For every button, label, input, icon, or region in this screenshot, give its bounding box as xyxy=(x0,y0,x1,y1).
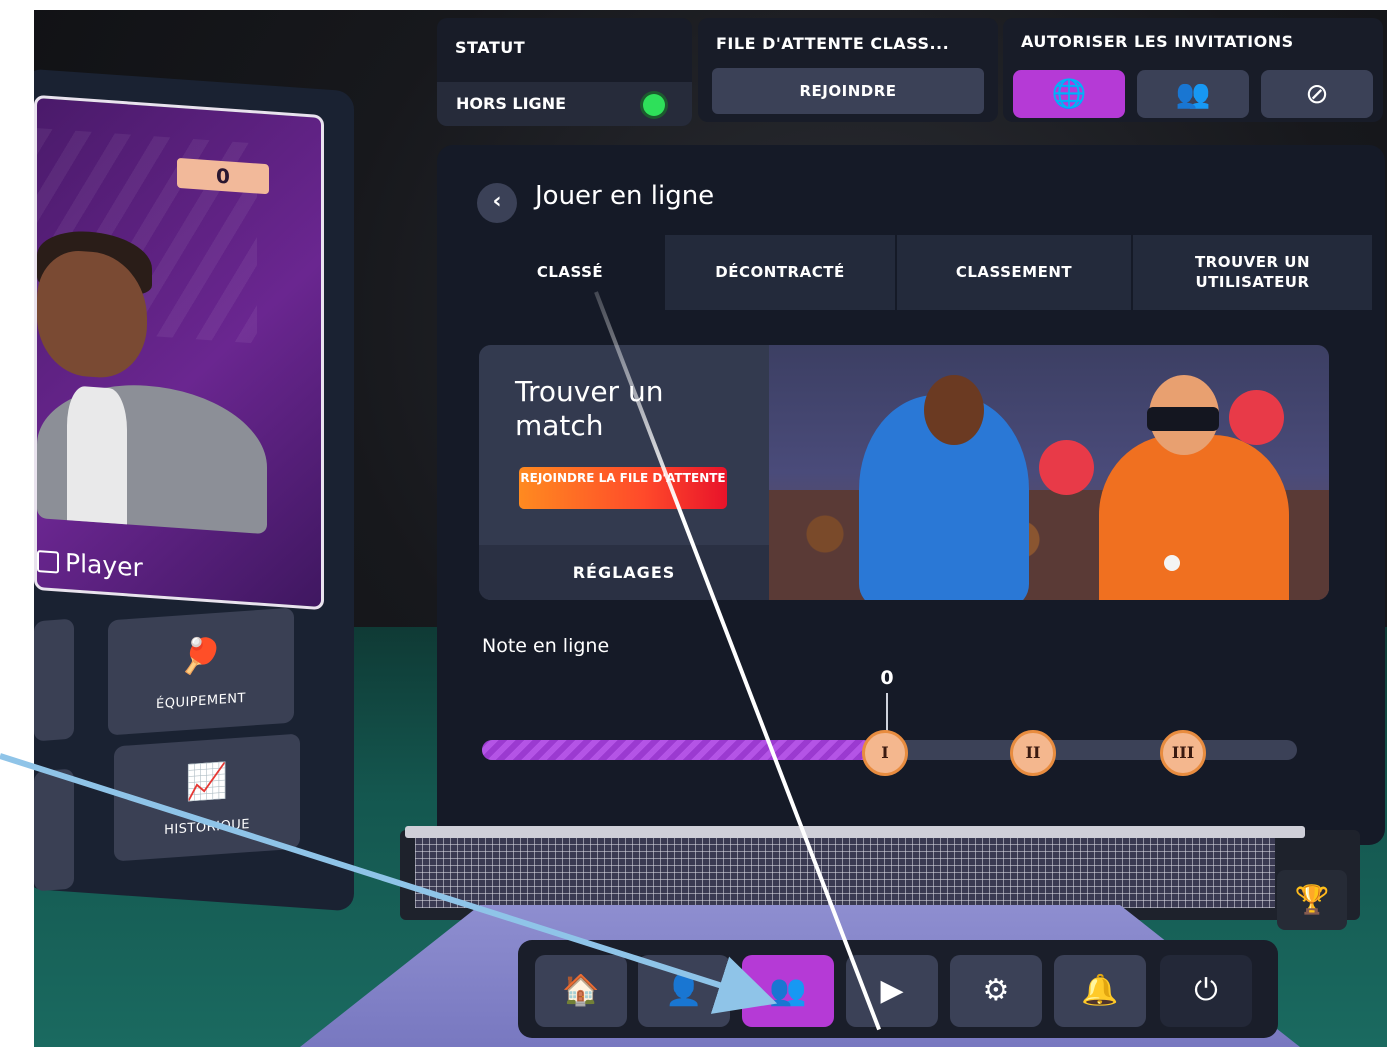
vr-headset-icon xyxy=(1147,407,1219,431)
status-row: HORS LIGNE xyxy=(437,82,692,126)
invites-title: AUTORISER LES INVITATIONS xyxy=(1021,32,1294,51)
dock-settings-button[interactable]: ⚙ xyxy=(950,955,1042,1027)
player-name: Player xyxy=(37,546,143,582)
net-mesh xyxy=(415,838,1275,908)
profile-card[interactable]: 0 Player xyxy=(34,94,324,611)
chart-icon: 📈 xyxy=(185,760,229,804)
platform-icon xyxy=(37,550,59,574)
paddle-icon: 🏓 xyxy=(179,634,223,678)
status-title: STATUT xyxy=(455,38,526,57)
multiplayer-icon: 👥 xyxy=(769,973,807,1008)
power-icon: ⏻ xyxy=(1194,973,1218,1008)
paddle-red-left xyxy=(1039,440,1094,495)
join-queue-button[interactable]: REJOINDRE xyxy=(712,68,984,114)
dock-profile-button[interactable]: 👤 xyxy=(638,955,730,1027)
illustration-player-right xyxy=(1099,435,1289,600)
invite-everyone-button[interactable]: 🌐 xyxy=(1013,70,1125,118)
status-value: HORS LIGNE xyxy=(456,94,567,113)
invite-friends-button[interactable]: 👥 xyxy=(1137,70,1249,118)
block-icon: ⊘ xyxy=(1305,77,1329,110)
rating-label: Note en ligne xyxy=(482,635,610,657)
globe-icon: 🌐 xyxy=(1051,77,1087,110)
map-play-icon: ▶ xyxy=(880,973,904,1008)
paddle-red-right xyxy=(1229,390,1284,445)
home-icon: 🏠 xyxy=(562,973,600,1008)
trophy-glyph: 🏆 xyxy=(1294,883,1330,916)
tab-ranked[interactable]: CLASSÉ xyxy=(477,235,663,310)
play-online-panel: ‹ Jouer en ligne CLASSÉ DÉCONTRACTÉ CLAS… xyxy=(437,145,1385,845)
rating-marker xyxy=(886,693,888,735)
friends-icon: 👥 xyxy=(1175,77,1211,110)
illustration-head-left xyxy=(924,375,984,445)
invite-none-button[interactable]: ⊘ xyxy=(1261,70,1373,118)
dock-power-button[interactable]: ⏻ xyxy=(1160,955,1252,1027)
match-info: Trouver un match REJOINDRE LA FILE D'ATT… xyxy=(479,345,769,600)
avatar-shirt xyxy=(67,385,127,525)
score-badge: 0 xyxy=(177,157,269,195)
ranked-queue-box: FILE D'ATTENTE CLASS... REJOINDRE xyxy=(698,18,998,122)
tab-leaderboard[interactable]: CLASSEMENT xyxy=(897,235,1131,310)
tier-3-badge: III xyxy=(1160,730,1206,776)
equipment-tile[interactable]: 🏓 ÉQUIPEMENT xyxy=(108,607,294,736)
online-indicator-icon xyxy=(643,94,665,116)
trophy-icon[interactable]: 🏆 xyxy=(1277,870,1347,930)
dock-notifications-button[interactable]: 🔔 xyxy=(1054,955,1146,1027)
tab-bar: CLASSÉ DÉCONTRACTÉ CLASSEMENT TROUVER UN… xyxy=(477,235,1372,310)
tier-1-badge: I xyxy=(862,730,908,776)
join-queue-cta-button[interactable]: REJOINDRE LA FILE D'ATTENTE xyxy=(519,467,727,509)
tab-find-user[interactable]: TROUVER UN UTILISATEUR xyxy=(1133,235,1372,310)
page-title: Jouer en ligne xyxy=(535,181,715,211)
left-tile-stub-1[interactable] xyxy=(34,618,74,742)
rating-value: 0 xyxy=(880,667,894,689)
chevron-left-icon: ‹ xyxy=(492,189,502,214)
net-top-band xyxy=(405,826,1305,838)
back-button[interactable]: ‹ xyxy=(477,183,517,223)
player-name-text: Player xyxy=(65,548,143,583)
tier-2-badge: II xyxy=(1010,730,1056,776)
find-match-card: Trouver un match REJOINDRE LA FILE D'ATT… xyxy=(479,345,1329,600)
status-box: STATUT HORS LIGNE xyxy=(437,18,692,126)
settings-button[interactable]: RÉGLAGES xyxy=(479,545,769,600)
rating-progress-fill xyxy=(482,740,873,760)
match-illustration xyxy=(769,345,1329,600)
invites-box: AUTORISER LES INVITATIONS 🌐 👥 ⊘ xyxy=(1003,18,1383,122)
tab-casual[interactable]: DÉCONTRACTÉ xyxy=(665,235,895,310)
equipment-label: ÉQUIPEMENT xyxy=(156,690,246,713)
dock-online-button[interactable]: 👥 xyxy=(742,955,834,1027)
ball xyxy=(1164,555,1180,571)
find-match-title: Trouver un match xyxy=(515,375,664,442)
dock-home-button[interactable]: 🏠 xyxy=(535,955,627,1027)
queue-title: FILE D'ATTENTE CLASS... xyxy=(716,34,950,53)
bell-icon: 🔔 xyxy=(1081,973,1119,1008)
history-label: HISTORIQUE xyxy=(164,816,250,839)
history-tile[interactable]: 📈 HISTORIQUE xyxy=(114,733,300,862)
person-icon: 👤 xyxy=(665,973,703,1008)
left-tile-stub-2[interactable] xyxy=(34,768,74,892)
gear-icon: ⚙ xyxy=(982,973,1010,1008)
dock-tutorial-button[interactable]: ▶ xyxy=(846,955,938,1027)
